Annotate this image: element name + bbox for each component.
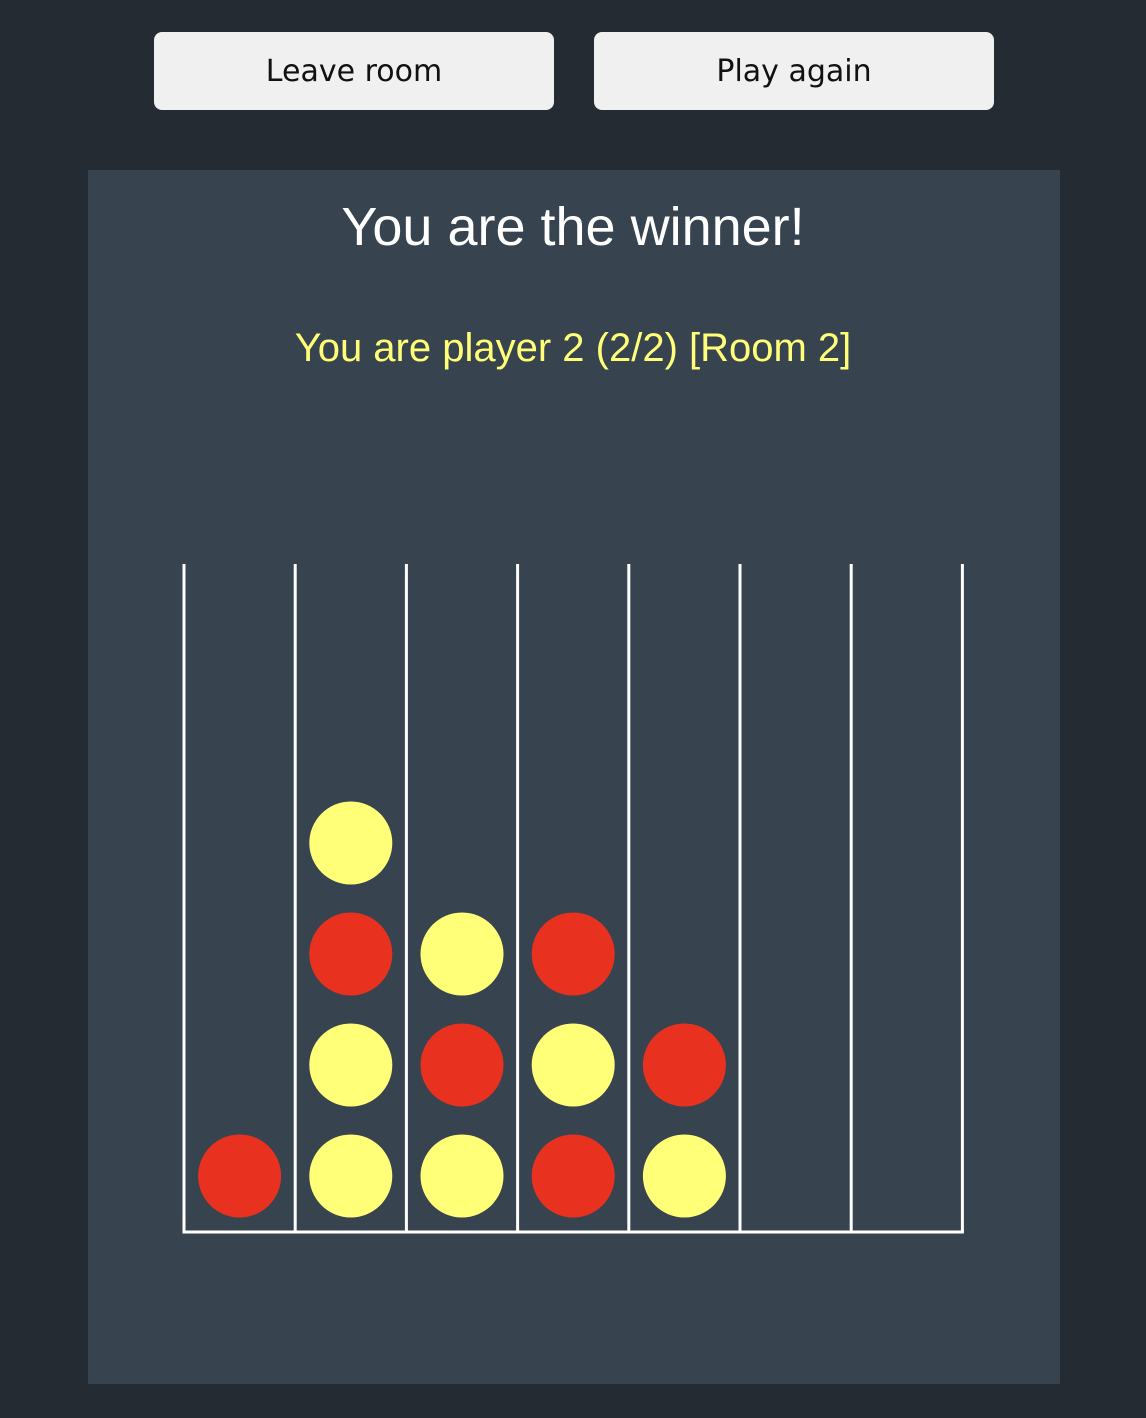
red-disc — [531, 1134, 615, 1218]
yellow-disc — [642, 1134, 726, 1218]
board-column-1[interactable] — [184, 564, 295, 1232]
board-column-2[interactable] — [295, 564, 406, 1232]
yellow-disc — [531, 1023, 615, 1107]
board-column-4[interactable] — [518, 564, 629, 1232]
yellow-disc — [420, 1134, 504, 1218]
red-disc — [198, 1134, 282, 1218]
yellow-disc — [309, 801, 393, 885]
board-column-5[interactable] — [629, 564, 740, 1232]
red-disc — [420, 1023, 504, 1107]
yellow-disc — [420, 912, 504, 996]
board-column-7[interactable] — [851, 564, 962, 1232]
yellow-disc — [309, 1134, 393, 1218]
board-column-3[interactable] — [406, 564, 517, 1232]
game-board[interactable] — [0, 0, 1146, 1418]
red-disc — [531, 912, 615, 996]
board-column-6[interactable] — [740, 564, 851, 1232]
red-disc — [642, 1023, 726, 1107]
yellow-disc — [309, 1023, 393, 1107]
red-disc — [309, 912, 393, 996]
